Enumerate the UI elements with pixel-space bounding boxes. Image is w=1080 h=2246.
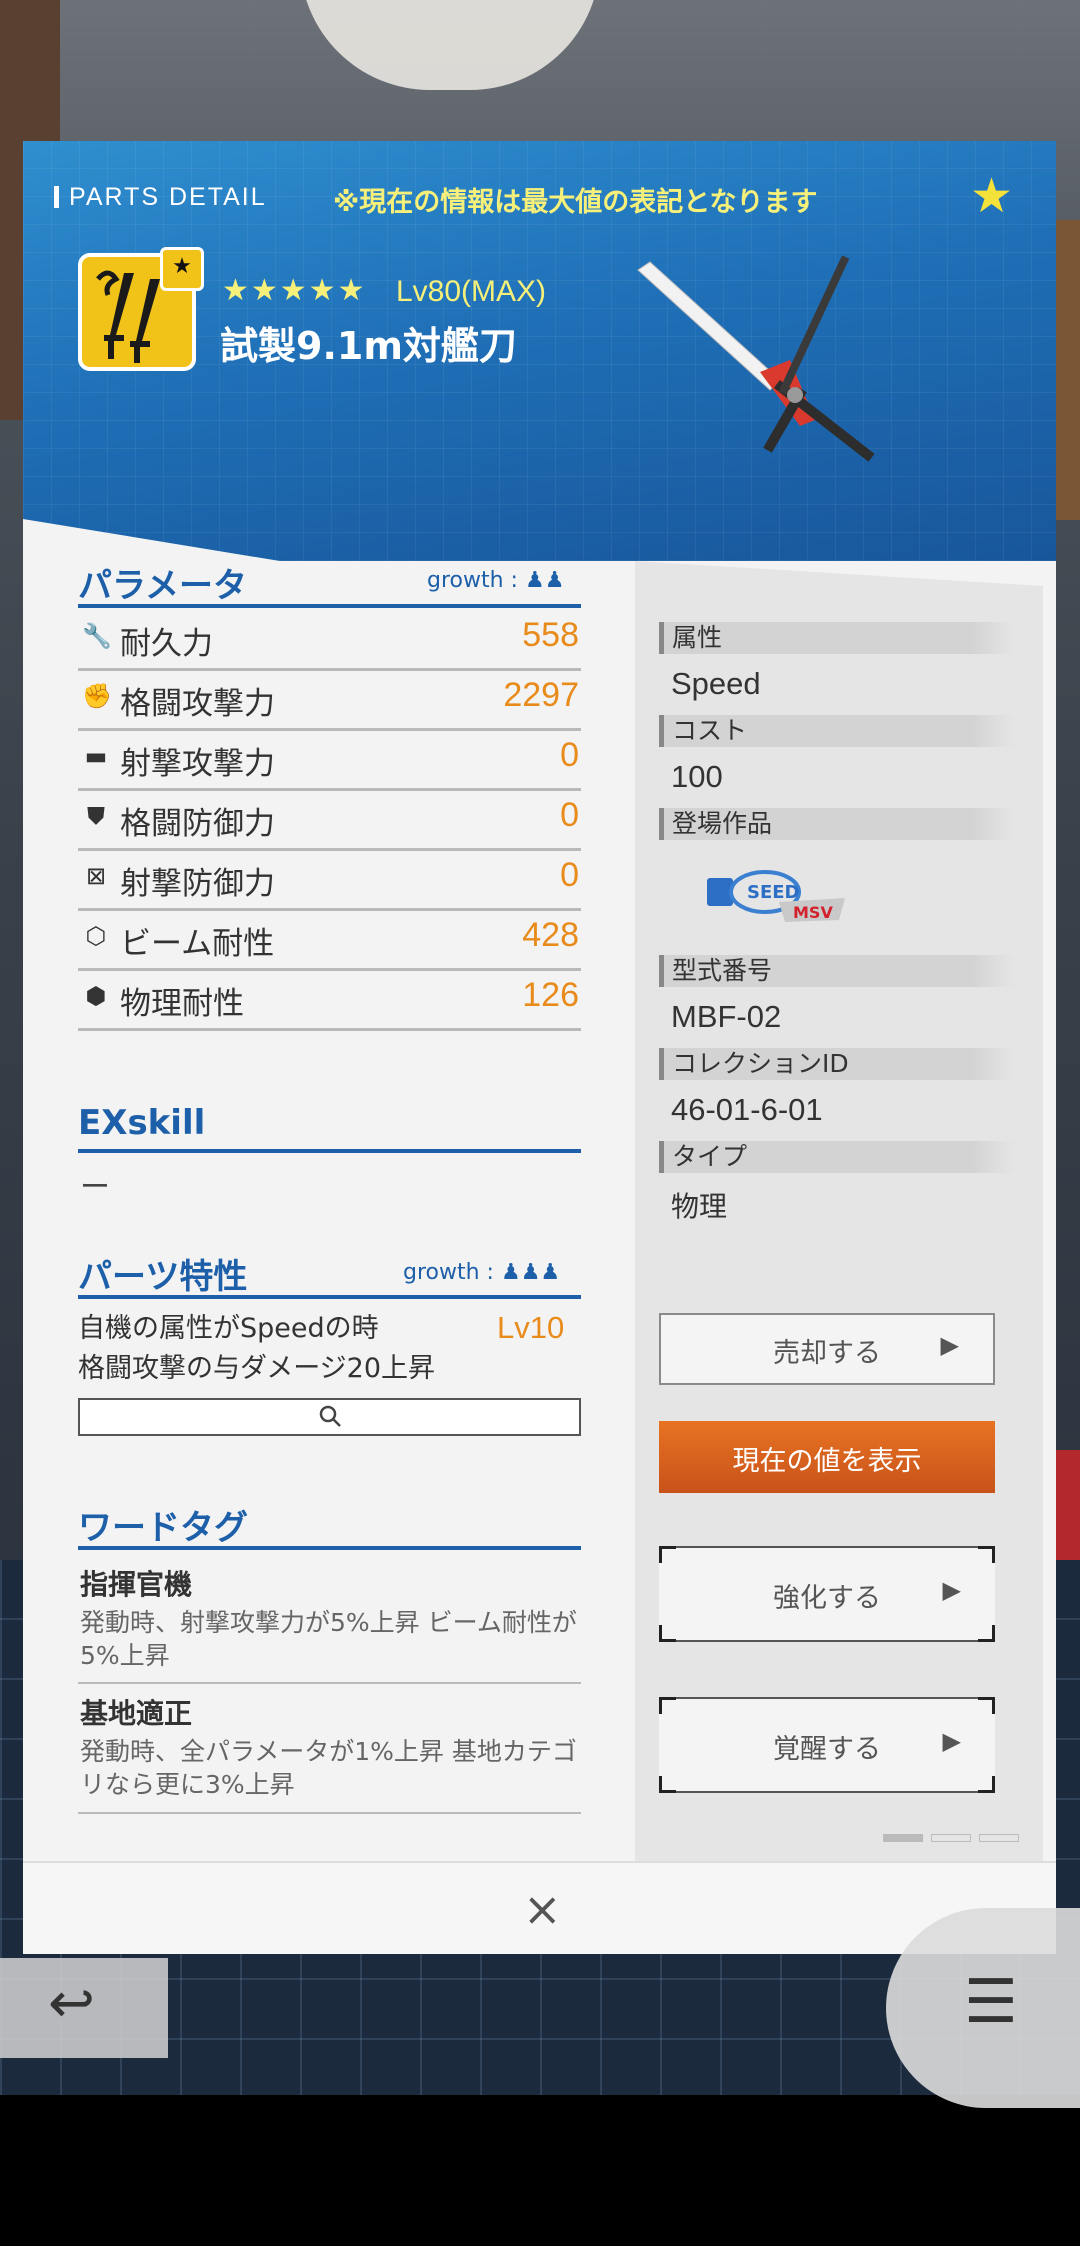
collection-id-value: 46-01-6-01 xyxy=(671,1092,823,1127)
exskill-underline xyxy=(78,1149,581,1153)
close-button[interactable]: × xyxy=(523,1879,562,1939)
part-level: Lv80(MAX) xyxy=(396,275,547,308)
word-tag-divider xyxy=(78,1812,581,1814)
param-label: 格闘防御力 xyxy=(120,806,275,842)
param-row: 🔧 耐久力 558 xyxy=(78,608,581,671)
param-value: 2297 xyxy=(503,676,579,714)
beam-resist-icon: ⬡ xyxy=(85,922,107,950)
enhance-button[interactable]: 強化する ▶ xyxy=(659,1546,995,1642)
lock-star-icon[interactable]: ★ xyxy=(160,247,204,291)
param-label: 耐久力 xyxy=(120,626,213,662)
exskill-value: ー xyxy=(80,1170,110,1205)
attribute-label: 属性 xyxy=(659,622,1014,654)
physical-resist-icon: ⬢ xyxy=(85,982,107,1010)
search-icon xyxy=(319,1405,341,1427)
chevron-right-icon: ▶ xyxy=(942,1576,961,1604)
growth-person-icon: ♟♟♟ xyxy=(500,1260,561,1285)
param-label: 物理耐性 xyxy=(120,986,244,1022)
page-indicator xyxy=(931,1834,971,1842)
word-tags-underline xyxy=(78,1546,581,1550)
back-arrow-icon: ↩ xyxy=(48,1971,95,2036)
attribute-value: Speed xyxy=(671,666,761,701)
background-lamp xyxy=(300,0,600,90)
model-value: MBF-02 xyxy=(671,999,782,1034)
wrench-icon: 🔧 xyxy=(82,622,112,650)
trait-line-1: 自機の属性がSpeedの時 xyxy=(78,1313,379,1344)
trait-level: Lv10 xyxy=(497,1310,565,1345)
param-label: 射撃攻撃力 xyxy=(120,746,275,782)
part-icon: ★ xyxy=(78,247,204,371)
parameters-title: パラメータ xyxy=(78,566,247,606)
melee-attack-icon: ✊ xyxy=(82,682,112,710)
trait-line-2: 格闘攻撃の与ダメージ20上昇 xyxy=(78,1353,436,1384)
chevron-right-icon: ▶ xyxy=(940,1331,959,1359)
page-indicator-active xyxy=(883,1834,923,1842)
max-value-notice: ※現在の情報は最大値の表記となります xyxy=(333,187,818,218)
svg-text:MSV: MSV xyxy=(793,903,833,922)
parts-detail-label: PARTS DETAIL xyxy=(54,183,267,212)
param-value: 558 xyxy=(522,616,579,654)
parts-detail-panel: PARTS DETAIL ※現在の情報は最大値の表記となります ★ ★ ★★★★… xyxy=(23,141,1056,1954)
word-tag-desc: 発動時、全パラメータが1%上昇 基地カテゴリなら更に3%上昇 xyxy=(80,1737,577,1799)
growth-person-icon: ♟♟ xyxy=(524,568,565,593)
params-growth-label: growth : ♟♟ xyxy=(427,568,565,593)
param-label: 射撃防御力 xyxy=(120,866,275,902)
back-button[interactable]: ↩ xyxy=(0,1958,168,2058)
ranged-defense-icon: ⊠ xyxy=(85,862,107,890)
weapon-image xyxy=(637,255,875,462)
type-value: 物理 xyxy=(671,1191,728,1222)
model-label: 型式番号 xyxy=(659,955,1014,987)
param-value: 0 xyxy=(560,796,579,834)
param-row: ⬢ 物理耐性 126 xyxy=(78,968,581,1031)
param-value: 0 xyxy=(560,856,579,894)
type-label: タイプ xyxy=(659,1141,1014,1173)
word-tag-divider xyxy=(78,1682,581,1684)
show-current-value-button[interactable]: 現在の値を表示 xyxy=(659,1421,995,1493)
param-label: 格闘攻撃力 xyxy=(120,686,275,722)
word-tag-name: 基地適正 xyxy=(80,1697,193,1730)
exskill-title: EXskill xyxy=(78,1103,206,1143)
page-indicator xyxy=(979,1834,1019,1842)
param-row: ✊ 格闘攻撃力 2297 xyxy=(78,668,581,731)
param-row: ▬ 射撃攻撃力 0 xyxy=(78,728,581,791)
svg-text:SEED: SEED xyxy=(747,882,800,903)
menu-button[interactable]: ☰ xyxy=(886,1908,1080,2108)
sell-button[interactable]: 売却する ▶ xyxy=(659,1313,995,1385)
traits-growth-label: growth : ♟♟♟ xyxy=(403,1260,561,1285)
gun-icon: ▬ xyxy=(84,742,108,770)
show-current-value-label: 現在の値を表示 xyxy=(732,1446,922,1477)
param-value: 428 xyxy=(522,916,579,954)
awaken-button[interactable]: 覚醒する ▶ xyxy=(659,1697,995,1793)
chevron-right-icon: ▶ xyxy=(942,1727,961,1755)
cost-label: コスト xyxy=(659,715,1014,747)
traits-underline xyxy=(78,1295,581,1299)
word-tag-name: 指揮官機 xyxy=(80,1568,193,1601)
rarity-stars: ★★★★★ xyxy=(222,273,367,308)
param-value: 0 xyxy=(560,736,579,774)
word-tag-desc: 発動時、射撃攻撃力が5%上昇 ビーム耐性が5%上昇 xyxy=(80,1608,577,1670)
param-value: 126 xyxy=(522,976,579,1014)
hamburger-menu-icon: ☰ xyxy=(964,1967,1018,2037)
panel-footer: × xyxy=(23,1861,1056,1954)
param-row: ⬡ ビーム耐性 428 xyxy=(78,908,581,971)
series-logo: SEED MSV xyxy=(707,870,845,922)
param-label: ビーム耐性 xyxy=(120,926,275,962)
melee-defense-icon: ⛊ xyxy=(87,802,105,830)
traits-title: パーツ特性 xyxy=(78,1257,248,1297)
favorite-star-icon[interactable]: ★ xyxy=(970,172,1013,220)
collection-id-label: コレクションID xyxy=(659,1048,1014,1080)
trait-search-button[interactable] xyxy=(78,1398,581,1436)
param-row: ⊠ 射撃防御力 0 xyxy=(78,848,581,911)
cost-value: 100 xyxy=(671,759,723,794)
part-name: 試製9.1m対艦刀 xyxy=(220,324,517,368)
word-tags-title: ワードタグ xyxy=(78,1508,248,1548)
param-row: ⛊ 格闘防御力 0 xyxy=(78,788,581,851)
series-label: 登場作品 xyxy=(659,808,1014,840)
